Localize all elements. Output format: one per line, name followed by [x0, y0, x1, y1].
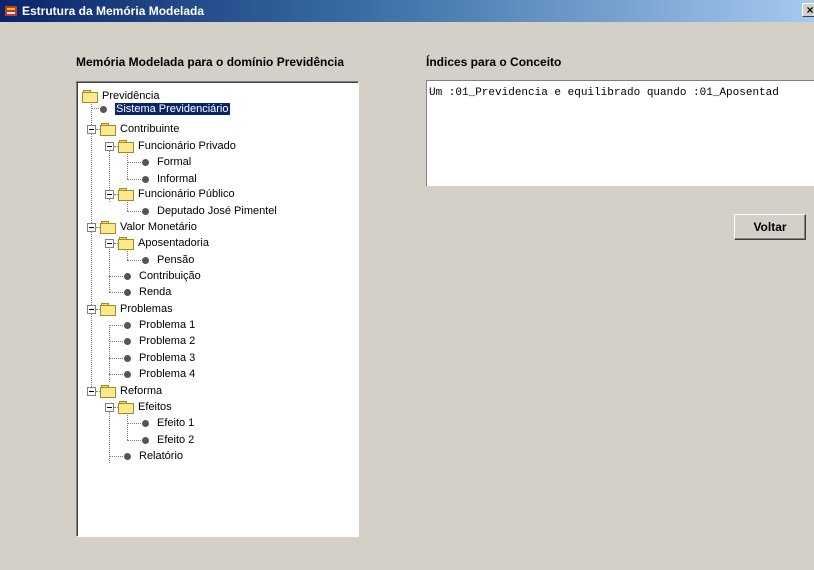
folder-icon: [82, 90, 98, 103]
leaf-icon: [100, 105, 107, 113]
tree-node-informal[interactable]: Informal: [142, 171, 197, 187]
tree-node-label: Efeito 1: [157, 417, 195, 429]
tree-node-label: Problemas: [120, 303, 173, 315]
tree-node-problema-3[interactable]: Problema 3: [124, 350, 195, 366]
folder-icon: [100, 303, 116, 316]
leaf-icon: [124, 337, 131, 345]
index-text: Um :01_Previdencia e equilibrado quando …: [429, 87, 779, 99]
tree-node-label: Reforma: [120, 385, 163, 397]
tree-node-label: Valor Monetário: [120, 221, 197, 233]
tree-node-label: Funcionário Público: [138, 188, 235, 200]
tree-node-label: Contribuinte: [120, 123, 180, 135]
leaf-icon: [142, 158, 149, 166]
tree-node-efeito-2[interactable]: Efeito 2: [142, 432, 194, 448]
tree-node-label: Pensão: [157, 254, 195, 266]
tree-node-efeito-1[interactable]: Efeito 1: [142, 415, 194, 431]
leaf-icon: [142, 207, 149, 215]
tree-section-label: Memória Modelada para o domínio Previdên…: [76, 55, 345, 69]
leaf-icon: [124, 321, 131, 329]
leaf-icon: [124, 452, 131, 460]
tree-node-problema-4[interactable]: Problema 4: [124, 366, 195, 382]
leaf-icon: [124, 354, 131, 362]
collapse-toggle-icon[interactable]: [105, 403, 114, 412]
leaf-icon: [124, 288, 131, 296]
title-bar: Estrutura da Memória Modelada ×: [0, 0, 814, 22]
tree-node-label: Funcionário Privado: [138, 140, 236, 152]
tree-node-problemas[interactable]: Problemas: [100, 301, 173, 317]
close-button[interactable]: ×: [802, 3, 814, 17]
folder-icon: [100, 385, 116, 398]
tree-node-deputado[interactable]: Deputado José Pimentel: [142, 203, 277, 219]
tree-node-sistema-previdenciario[interactable]: Sistema Previdenciário: [100, 101, 231, 117]
index-section-label: Índices para o Conceito: [426, 55, 562, 69]
leaf-icon: [124, 370, 131, 378]
tree-node-aposentadoria[interactable]: Aposentadoria: [118, 235, 209, 251]
tree-node-relatorio[interactable]: Relatório: [124, 448, 183, 464]
collapse-toggle-icon[interactable]: [87, 223, 96, 232]
collapse-toggle-icon[interactable]: [87, 125, 96, 134]
tree-node-label: Problema 3: [139, 352, 196, 364]
leaf-icon: [142, 256, 149, 264]
folder-icon: [118, 140, 134, 153]
tree-node-funcionario-privado[interactable]: Funcionário Privado: [118, 138, 236, 154]
tree-node-label: Problema 4: [139, 368, 196, 380]
tree-panel[interactable]: Previdência Sistema Previdenciário Contr…: [76, 81, 359, 537]
folder-icon: [100, 221, 116, 234]
collapse-toggle-icon[interactable]: [87, 305, 96, 314]
voltar-button[interactable]: Voltar: [734, 214, 806, 240]
tree-node-label: Formal: [157, 156, 192, 168]
tree-node-label: Deputado José Pimentel: [157, 205, 277, 217]
index-text-area[interactable]: Um :01_Previdencia e equilibrado quando …: [426, 80, 814, 186]
voltar-button-label: Voltar: [753, 220, 787, 234]
tree-node-contribuicao[interactable]: Contribuição: [124, 268, 201, 284]
tree-node-contribuinte[interactable]: Contribuinte: [100, 121, 179, 137]
tree-node-label: Aposentadoria: [138, 237, 209, 249]
leaf-icon: [142, 436, 149, 444]
leaf-icon: [124, 272, 131, 280]
tree-node-reforma[interactable]: Reforma: [100, 383, 162, 399]
leaf-icon: [142, 175, 149, 183]
leaf-icon: [142, 419, 149, 427]
tree-node-problema-2[interactable]: Problema 2: [124, 333, 195, 349]
tree-node-label: Sistema Previdenciário: [114, 102, 231, 116]
tree-node-pensao[interactable]: Pensão: [142, 252, 194, 268]
folder-icon: [100, 123, 116, 136]
tree-node-formal[interactable]: Formal: [142, 154, 191, 170]
tree-node-label: Relatório: [139, 450, 184, 462]
tree-node-funcionario-publico[interactable]: Funcionário Público: [118, 186, 235, 202]
tree-node-label: Problema 2: [139, 335, 196, 347]
tree-node-label: Problema 1: [139, 319, 196, 331]
tree-node-label: Renda: [139, 286, 172, 298]
folder-icon: [118, 237, 134, 250]
folder-icon: [118, 188, 134, 201]
window-title: Estrutura da Memória Modelada: [22, 4, 205, 18]
tree-node-renda[interactable]: Renda: [124, 284, 171, 300]
collapse-toggle-icon[interactable]: [105, 190, 114, 199]
tree-node-efeitos[interactable]: Efeitos: [118, 399, 172, 415]
collapse-toggle-icon[interactable]: [87, 387, 96, 396]
collapse-toggle-icon[interactable]: [105, 142, 114, 151]
app-icon: [4, 4, 18, 18]
tree-node-valor-monetario[interactable]: Valor Monetário: [100, 219, 197, 235]
tree-node-problema-1[interactable]: Problema 1: [124, 317, 195, 333]
tree-node-label: Contribuição: [139, 270, 201, 282]
collapse-toggle-icon[interactable]: [105, 239, 114, 248]
folder-icon: [118, 401, 134, 414]
tree-node-label: Efeito 2: [157, 434, 195, 446]
tree-node-label: Informal: [157, 173, 197, 185]
tree-node-label: Efeitos: [138, 401, 172, 413]
